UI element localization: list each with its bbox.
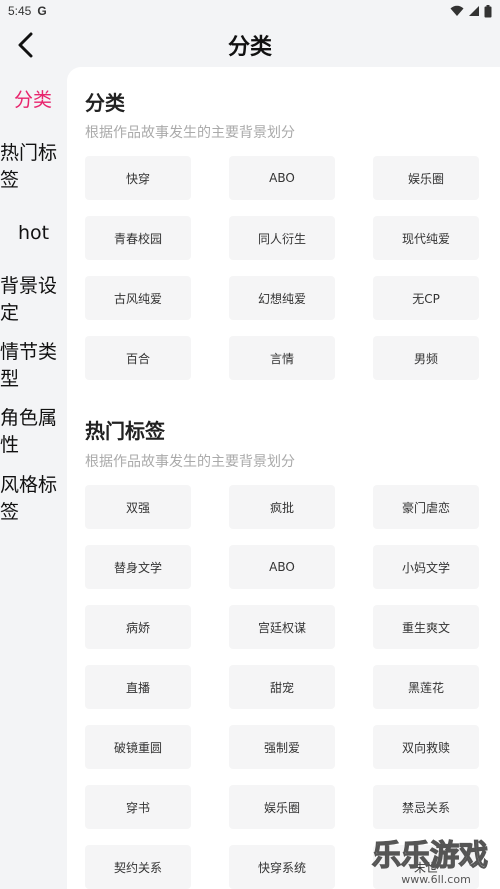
tag-grid-hot-tags: 双强 疯批 豪门虐恋 替身文学 ABO 小妈文学 病娇 宫廷权谋 重生爽文 直播… [85,485,479,889]
watermark-url: www.6ll.com [401,873,471,886]
tag-button[interactable]: ABO [229,545,335,589]
status-icons [450,4,492,18]
tag-grid-category: 快穿 ABO 娱乐圈 青春校园 同人衍生 现代纯爱 古风纯爱 幻想纯爱 无CP … [85,156,479,380]
tag-button[interactable]: 同人衍生 [229,216,335,260]
tag-button[interactable]: 现代纯爱 [373,216,479,260]
watermark-text: 乐乐游戏 [372,838,488,872]
back-button[interactable] [10,28,40,62]
sidebar-item-style[interactable]: 风格标签 [0,472,62,526]
tag-panel[interactable]: 分类 根据作品故事发生的主要背景划分 快穿 ABO 娱乐圈 青春校园 同人衍生 … [67,67,500,889]
tag-button[interactable]: 快穿系统 [229,845,335,889]
signal-icon [469,6,479,16]
section-desc-hot-tags: 根据作品故事发生的主要背景划分 [85,454,295,470]
status-time: 5:45 [8,4,32,18]
chevron-left-icon [18,32,33,58]
sidebar-item-hot-tags[interactable]: 热门标签 [0,140,62,194]
tag-button[interactable]: 双向救赎 [373,725,479,769]
tag-button[interactable]: 替身文学 [85,545,191,589]
status-bar: 5:45 G [0,0,500,22]
tag-button[interactable]: 破镜重圆 [85,725,191,769]
tag-button[interactable]: 豪门虐恋 [373,485,479,529]
tag-button[interactable]: 疯批 [229,485,335,529]
tag-button[interactable]: 幻想纯爱 [229,276,335,320]
section-desc-category: 根据作品故事发生的主要背景划分 [85,125,295,141]
tag-button[interactable]: ABO [229,156,335,200]
page-title: 分类 [227,35,272,60]
tag-button[interactable]: 古风纯爱 [85,276,191,320]
section-title-category: 分类 [85,91,125,115]
tag-button[interactable]: 双强 [85,485,191,529]
tag-button[interactable]: 黑莲花 [373,665,479,709]
tag-button[interactable]: 娱乐圈 [373,156,479,200]
tag-button[interactable]: 娱乐圈 [229,785,335,829]
tag-button[interactable]: 男频 [373,336,479,380]
tag-button[interactable]: 直播 [85,665,191,709]
tag-button[interactable]: 百合 [85,336,191,380]
tag-button[interactable]: 宫廷权谋 [229,605,335,649]
tag-button[interactable]: 言情 [229,336,335,380]
tag-button[interactable]: 重生爽文 [373,605,479,649]
tag-button[interactable]: 快穿 [85,156,191,200]
wifi-icon [450,5,464,16]
tag-button[interactable]: 契约关系 [85,845,191,889]
section-title-hot-tags: 热门标签 [85,419,165,443]
tag-button[interactable]: 病娇 [85,605,191,649]
tag-button[interactable]: 甜宠 [229,665,335,709]
sidebar-item-plot-type[interactable]: 情节类型 [0,339,62,393]
tag-button[interactable]: 禁忌关系 [373,785,479,829]
battery-icon [484,4,492,17]
sidebar-item-background[interactable]: 背景设定 [0,273,62,327]
site-watermark: 乐乐游戏 www.6ll.com [371,837,488,886]
sidebar-item-character[interactable]: 角色属性 [0,405,62,459]
sidebar-item-category[interactable]: 分类 [14,87,66,114]
app-header: 分类 [0,22,500,68]
tag-button[interactable]: 强制爱 [229,725,335,769]
tag-button[interactable]: 无CP [373,276,479,320]
tag-button[interactable]: 青春校园 [85,216,191,260]
sidebar-item-hot[interactable]: hot [18,220,64,247]
google-icon: G [37,4,47,18]
tag-button[interactable]: 穿书 [85,785,191,829]
tag-button[interactable]: 小妈文学 [373,545,479,589]
